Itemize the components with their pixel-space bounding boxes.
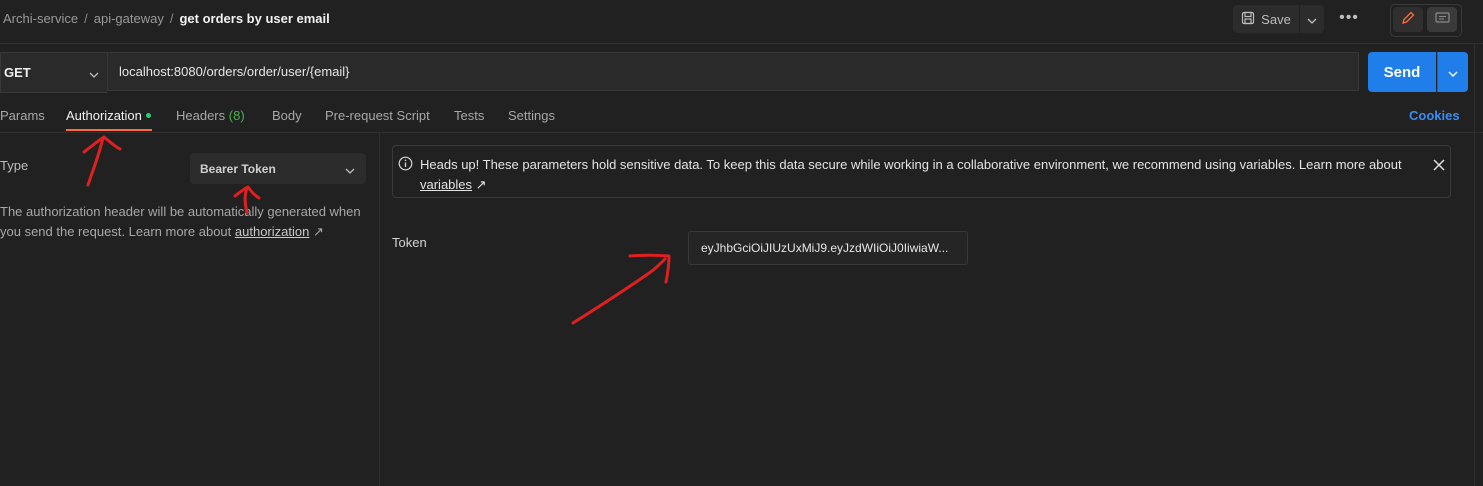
send-options-button[interactable] bbox=[1437, 52, 1468, 92]
external-link-icon: ↗ bbox=[312, 224, 324, 239]
tab-authorization[interactable]: Authorization bbox=[66, 108, 151, 123]
notice-text: Heads up! These parameters hold sensitiv… bbox=[420, 155, 1410, 195]
info-icon bbox=[398, 156, 413, 174]
breadcrumb-separator: / bbox=[169, 11, 174, 26]
token-input[interactable]: eyJhbGciOiJIUzUxMiJ9.eyJzdWIiOiJ0IiwiaW.… bbox=[688, 231, 968, 265]
breadcrumb-collection[interactable]: Archi-service bbox=[3, 11, 78, 26]
right-edge-divider bbox=[1474, 44, 1475, 486]
comment-mode-button[interactable] bbox=[1427, 7, 1457, 32]
send-button[interactable]: Send bbox=[1368, 52, 1436, 92]
auth-type-select[interactable]: Bearer Token bbox=[190, 153, 366, 184]
tab-pre-request-script[interactable]: Pre-request Script bbox=[325, 108, 430, 123]
headers-count: (8) bbox=[228, 108, 245, 123]
auth-type-value: Bearer Token bbox=[200, 161, 276, 176]
save-button[interactable]: Save bbox=[1233, 5, 1299, 33]
pencil-icon bbox=[1401, 11, 1415, 28]
save-options-button[interactable] bbox=[1300, 5, 1324, 33]
tab-params[interactable]: Params bbox=[0, 108, 45, 123]
token-label: Token bbox=[392, 235, 427, 250]
active-tab-indicator bbox=[66, 129, 152, 131]
cookies-link[interactable]: Cookies bbox=[1409, 108, 1460, 123]
panel-divider[interactable] bbox=[379, 132, 380, 486]
breadcrumb-folder[interactable]: api-gateway bbox=[94, 11, 164, 26]
chevron-down-icon bbox=[345, 163, 355, 177]
tab-settings[interactable]: Settings bbox=[508, 108, 555, 123]
variables-link[interactable]: variables bbox=[420, 177, 472, 192]
tab-body[interactable]: Body bbox=[272, 108, 302, 123]
tab-tests[interactable]: Tests bbox=[454, 108, 484, 123]
chevron-down-icon bbox=[1448, 65, 1458, 80]
annotation-arrow-authorization bbox=[82, 135, 122, 187]
annotation-arrow-token bbox=[571, 253, 671, 325]
tab-label: Headers bbox=[176, 108, 226, 123]
authorization-link[interactable]: authorization bbox=[235, 224, 309, 239]
chevron-down-icon bbox=[1307, 12, 1317, 27]
save-label: Save bbox=[1261, 11, 1291, 27]
breadcrumb: Archi-service / api-gateway / get orders by … bbox=[3, 11, 330, 26]
auth-description: The authorization header will be automat… bbox=[0, 202, 370, 242]
tab-headers[interactable]: Headers (8) bbox=[176, 108, 245, 123]
save-icon bbox=[1241, 11, 1255, 28]
edit-mode-button[interactable] bbox=[1393, 7, 1423, 32]
tabs-divider bbox=[0, 132, 1483, 133]
external-link-icon: ↗ bbox=[475, 177, 487, 192]
more-icon[interactable]: ••• bbox=[1338, 9, 1360, 29]
status-dot bbox=[145, 113, 151, 119]
chevron-down-icon bbox=[89, 66, 99, 81]
url-input[interactable]: localhost:8080/orders/order/user/{email} bbox=[107, 52, 1359, 91]
auth-type-label: Type bbox=[0, 158, 29, 173]
request-name[interactable]: get orders by user email bbox=[179, 11, 329, 26]
breadcrumb-separator: / bbox=[84, 11, 88, 26]
notice-message: Heads up! These parameters hold sensitiv… bbox=[420, 157, 1402, 172]
comment-icon bbox=[1434, 11, 1450, 28]
header-divider bbox=[0, 43, 1483, 44]
method-value: GET bbox=[4, 65, 31, 80]
close-icon[interactable] bbox=[1432, 158, 1446, 172]
method-select[interactable]: GET bbox=[0, 52, 107, 93]
tab-label: Authorization bbox=[66, 108, 142, 123]
